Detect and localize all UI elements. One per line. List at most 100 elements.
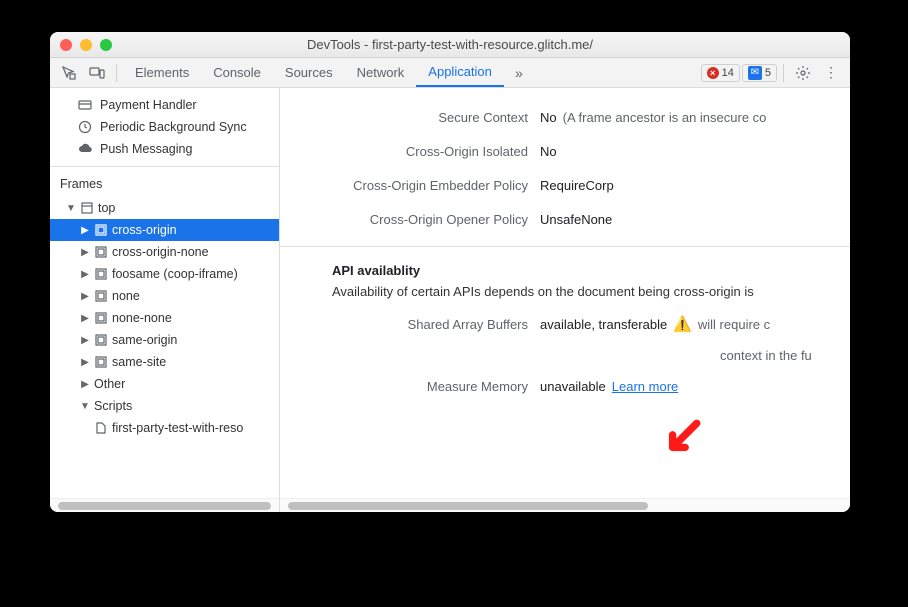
row-val: No <box>540 110 557 125</box>
frame-cross-origin[interactable]: ▶ cross-origin <box>50 219 279 241</box>
frame-foosame[interactable]: ▶ foosame (coop-iframe) <box>50 263 279 285</box>
minimize-window-button[interactable] <box>80 39 92 51</box>
panel-tabs: Elements Console Sources Network Applica… <box>123 58 504 87</box>
sidebar-item-periodic-bg-sync[interactable]: Periodic Background Sync <box>50 116 279 138</box>
measure-memory-row: Measure Memory unavailable Learn more <box>280 369 850 403</box>
chevron-right-icon: ▶ <box>80 379 90 389</box>
frame-icon <box>94 223 108 237</box>
inspect-element-button[interactable] <box>56 61 82 85</box>
chevron-right-icon: ▶ <box>80 225 90 235</box>
frame-label: Scripts <box>94 399 132 413</box>
frames-section-header: Frames <box>50 166 279 197</box>
separator <box>116 64 117 82</box>
row-key: Secure Context <box>280 110 540 125</box>
row-key: Shared Array Buffers <box>280 317 540 332</box>
frames-tree: ▼ top ▶ cross-origin ▶ cross-origin-none <box>50 197 279 439</box>
sidebar: Payment Handler Periodic Background Sync… <box>50 88 280 512</box>
errors-badge[interactable]: × 14 <box>701 64 740 82</box>
frame-label: Other <box>94 377 125 391</box>
sidebar-scrollbar[interactable] <box>50 498 279 512</box>
main-scrollbar[interactable] <box>280 498 850 512</box>
sidebar-item-push-messaging[interactable]: Push Messaging <box>50 138 279 160</box>
row-extra: (A frame ancestor is an insecure co <box>563 110 767 125</box>
frame-label: foosame (coop-iframe) <box>112 267 238 281</box>
row-val: RequireCorp <box>540 178 614 193</box>
row-key: Cross-Origin Isolated <box>280 144 540 159</box>
frame-icon <box>94 333 108 347</box>
cross-origin-isolated-row: Cross-Origin Isolated No <box>280 134 850 168</box>
row-val: available, transferable <box>540 317 667 332</box>
row-key: Cross-Origin Embedder Policy <box>280 178 540 193</box>
chevron-right-icon: ▶ <box>80 269 90 279</box>
window-controls <box>60 39 112 51</box>
main-panel: Secure Context No (A frame ancestor is a… <box>280 88 850 512</box>
row-val: No <box>540 144 557 159</box>
frame-same-origin[interactable]: ▶ same-origin <box>50 329 279 351</box>
devtools-window: DevTools - first-party-test-with-resourc… <box>50 32 850 512</box>
titlebar: DevTools - first-party-test-with-resourc… <box>50 32 850 58</box>
frame-label: cross-origin-none <box>112 245 209 259</box>
frame-label: same-origin <box>112 333 177 347</box>
api-availability-desc: Availability of certain APIs depends on … <box>280 284 850 307</box>
script-file[interactable]: first-party-test-with-reso <box>50 417 279 439</box>
tab-sources[interactable]: Sources <box>273 58 345 87</box>
frame-label: same-site <box>112 355 166 369</box>
chevron-right-icon: ▶ <box>80 247 90 257</box>
frame-same-site[interactable]: ▶ same-site <box>50 351 279 373</box>
more-tabs-button[interactable]: » <box>506 61 532 85</box>
frame-label: none <box>112 289 140 303</box>
chevron-right-icon: ▶ <box>80 357 90 367</box>
warning-icon: ⚠️ <box>673 315 692 333</box>
sidebar-label: Payment Handler <box>100 98 197 112</box>
frame-none-none[interactable]: ▶ none-none <box>50 307 279 329</box>
row-val: unavailable <box>540 379 606 394</box>
messages-badge[interactable]: ✉ 5 <box>742 64 777 82</box>
frame-none[interactable]: ▶ none <box>50 285 279 307</box>
chevron-down-icon: ▼ <box>80 401 90 411</box>
row-warn: will require c <box>698 317 770 332</box>
frame-cross-origin-none[interactable]: ▶ cross-origin-none <box>50 241 279 263</box>
frame-top[interactable]: ▼ top <box>50 197 279 219</box>
secure-context-row: Secure Context No (A frame ancestor is a… <box>280 100 850 134</box>
frame-other[interactable]: ▶ Other <box>50 373 279 395</box>
frame-icon <box>94 245 108 259</box>
frame-scripts[interactable]: ▼ Scripts <box>50 395 279 417</box>
api-availability-header: API availablity <box>280 247 850 284</box>
window-icon <box>80 201 94 215</box>
chevron-right-icon: ▶ <box>80 291 90 301</box>
shared-array-buffers-row: Shared Array Buffers available, transfer… <box>280 307 850 341</box>
frame-icon <box>94 289 108 303</box>
device-toolbar-button[interactable] <box>84 61 110 85</box>
file-icon <box>94 421 108 435</box>
more-menu-button[interactable]: ⋮ <box>818 61 844 85</box>
sidebar-item-payment-handler[interactable]: Payment Handler <box>50 94 279 116</box>
tab-console[interactable]: Console <box>201 58 273 87</box>
cursor-icon <box>61 65 77 81</box>
settings-button[interactable] <box>790 61 816 85</box>
tab-network[interactable]: Network <box>345 58 417 87</box>
row-val: UnsafeNone <box>540 212 612 227</box>
tab-elements[interactable]: Elements <box>123 58 201 87</box>
sidebar-label: Push Messaging <box>100 142 192 156</box>
frame-label: none-none <box>112 311 172 325</box>
chevron-right-icon: ▶ <box>80 313 90 323</box>
sidebar-label: Periodic Background Sync <box>100 120 247 134</box>
window-title: DevTools - first-party-test-with-resourc… <box>50 37 850 52</box>
row-key: Cross-Origin Opener Policy <box>280 212 540 227</box>
learn-more-link[interactable]: Learn more <box>612 379 678 394</box>
separator <box>783 64 784 82</box>
coep-row: Cross-Origin Embedder Policy RequireCorp <box>280 168 850 202</box>
frame-label: top <box>98 201 115 215</box>
maximize-window-button[interactable] <box>100 39 112 51</box>
row-line2: context in the fu <box>720 348 812 363</box>
file-label: first-party-test-with-reso <box>112 421 243 435</box>
chevron-right-icon: ▶ <box>80 335 90 345</box>
cloud-icon <box>78 142 92 156</box>
error-icon: × <box>707 67 719 79</box>
close-window-button[interactable] <box>60 39 72 51</box>
tab-application[interactable]: Application <box>416 58 504 87</box>
devices-icon <box>89 65 105 81</box>
devtools-toolbar: Elements Console Sources Network Applica… <box>50 58 850 88</box>
message-icon: ✉ <box>748 66 762 80</box>
messages-count: 5 <box>765 67 771 79</box>
